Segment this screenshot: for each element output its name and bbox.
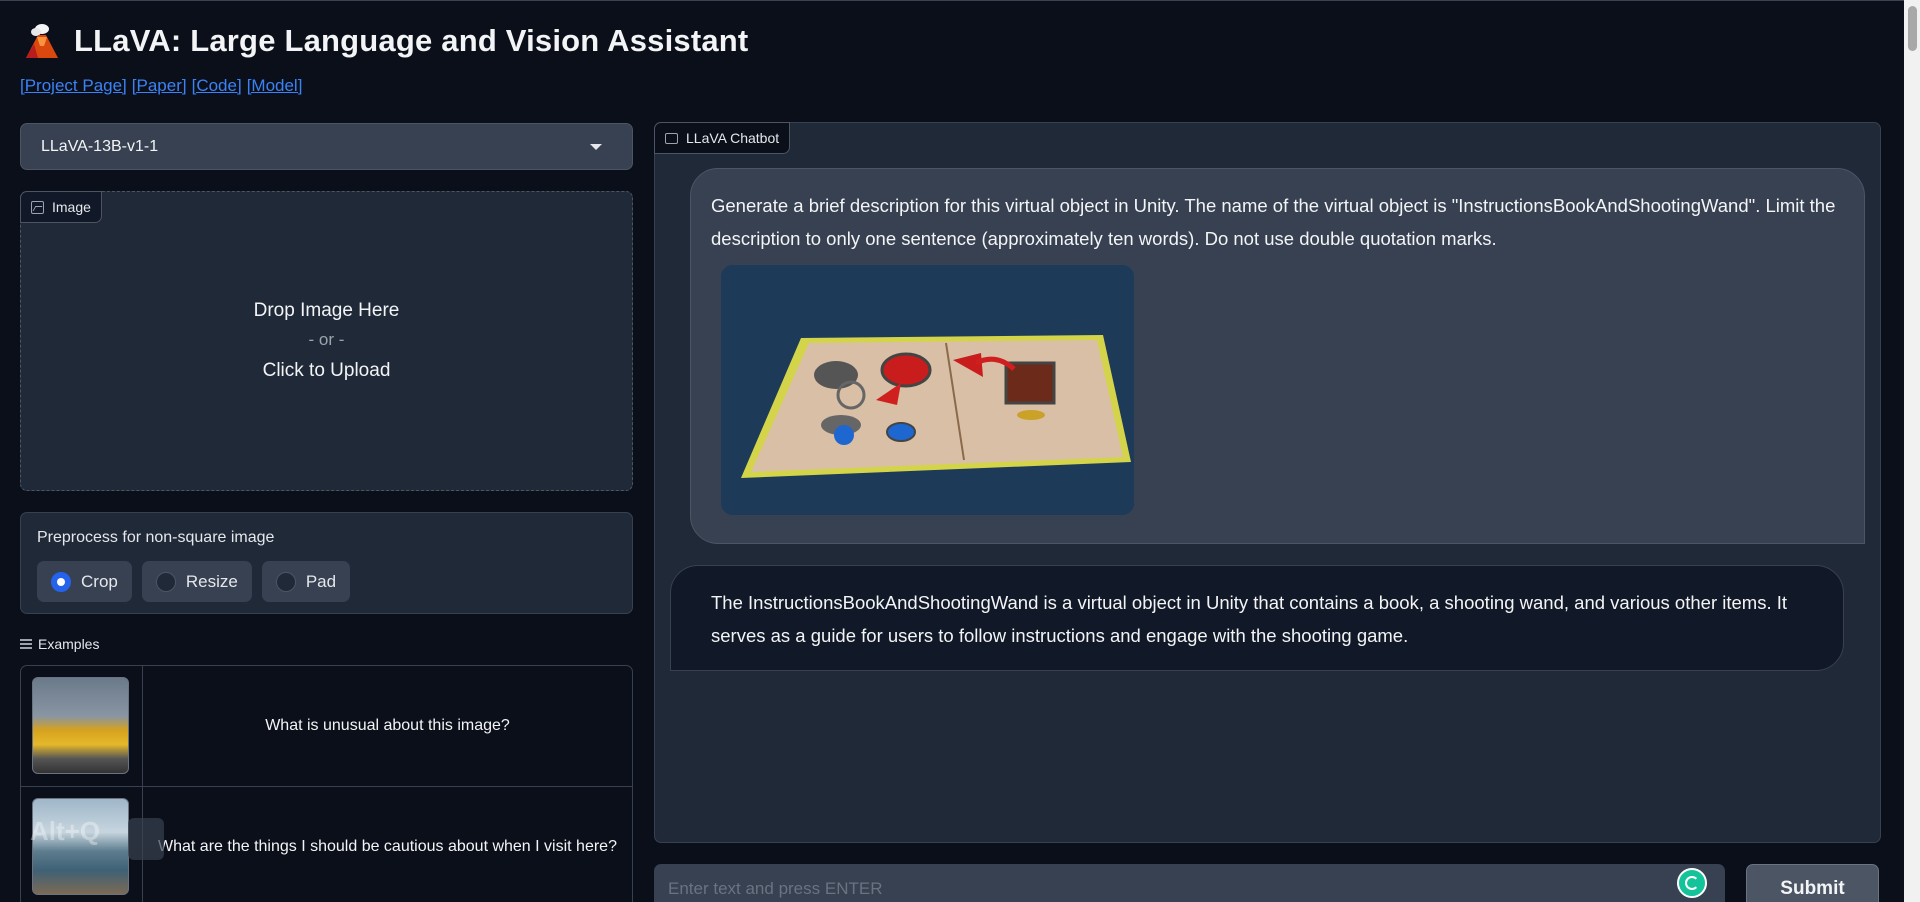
- scrollbar-thumb[interactable]: [1908, 6, 1917, 51]
- examples-header: Examples: [20, 636, 99, 652]
- user-message: Generate a brief description for this vi…: [690, 168, 1865, 544]
- example-row-1[interactable]: What is unusual about this image?: [21, 666, 632, 787]
- chat-input[interactable]: [654, 864, 1725, 902]
- window-top-border: [0, 0, 1920, 1]
- user-message-text: Generate a brief description for this vi…: [711, 195, 1836, 249]
- or-separator-text: - or -: [308, 330, 345, 349]
- drop-image-text: Drop Image Here: [253, 300, 400, 321]
- model-dropdown[interactable]: LLaVA-13B-v1-1: [20, 123, 633, 170]
- radio-crop[interactable]: Crop: [37, 561, 132, 602]
- example-row-2[interactable]: What are the things I should be cautious…: [21, 787, 632, 902]
- assistant-message: The InstructionsBookAndShootingWand is a…: [670, 565, 1844, 671]
- radio-pad[interactable]: Pad: [261, 561, 351, 602]
- chatbot-block-label: LLaVA Chatbot: [654, 122, 791, 154]
- preprocess-panel: Preprocess for non-square image Crop Res…: [20, 512, 633, 614]
- preprocess-label: Preprocess for non-square image: [37, 529, 275, 546]
- radio-resize-label: Resize: [185, 571, 238, 591]
- grammarly-icon[interactable]: [1677, 868, 1707, 898]
- header-links: [Project Page] [Paper] [Code] [Model]: [20, 76, 307, 96]
- taxi-ironing-photo: [32, 677, 129, 774]
- radio-selected-icon: [51, 571, 71, 592]
- list-icon: [20, 639, 32, 649]
- code-link[interactable]: [Code]: [192, 76, 242, 95]
- image-icon: [31, 200, 44, 214]
- instructions-book-render: [721, 265, 1134, 515]
- page-title: LLaVA: Large Language and Vision Assista…: [74, 23, 749, 58]
- chevron-down-icon: [590, 143, 602, 150]
- overlay-chip: [128, 818, 164, 860]
- radio-pad-label: Pad: [305, 571, 337, 591]
- model-link[interactable]: [Model]: [247, 76, 303, 95]
- example-thumb-cell: [21, 666, 143, 786]
- chatbot-label-text: LLaVA Chatbot: [686, 130, 780, 146]
- example-question-text: What are the things I should be cautious…: [158, 838, 617, 855]
- radio-unselected-icon: [275, 571, 296, 592]
- assistant-message-text: The InstructionsBookAndShootingWand is a…: [711, 592, 1787, 646]
- radio-unselected-icon: [155, 571, 176, 592]
- examples-label-text: Examples: [38, 636, 100, 652]
- project-page-link[interactable]: [Project Page]: [20, 76, 127, 95]
- example-question-text: What is unusual about this image?: [265, 717, 510, 734]
- submit-button[interactable]: Submit: [1746, 864, 1879, 902]
- examples-table: What is unusual about this image? What a…: [20, 665, 633, 902]
- image-upload-dropzone[interactable]: Image Drop Image Here - or - Click to Up…: [20, 191, 633, 491]
- preprocess-radio-group: Crop Resize Pad: [37, 561, 351, 602]
- instructions-book-illustration: [721, 265, 1134, 515]
- chatbot-panel[interactable]: LLaVA Chatbot Generate a brief descripti…: [654, 122, 1881, 843]
- chat-icon: [665, 132, 678, 144]
- page-scrollbar[interactable]: [1904, 0, 1920, 902]
- radio-resize[interactable]: Resize: [141, 561, 252, 602]
- paper-link[interactable]: [Paper]: [132, 76, 187, 95]
- app-header: LLaVA: Large Language and Vision Assista…: [22, 22, 748, 60]
- image-block-label: Image: [20, 191, 102, 223]
- image-label-text: Image: [52, 199, 91, 215]
- alt-q-overlay: Alt+Q: [30, 816, 101, 846]
- model-dropdown-value: LLaVA-13B-v1-1: [41, 137, 159, 155]
- radio-crop-label: Crop: [81, 571, 118, 591]
- click-to-upload-text: Click to Upload: [262, 360, 391, 381]
- volcano-icon: [26, 24, 58, 58]
